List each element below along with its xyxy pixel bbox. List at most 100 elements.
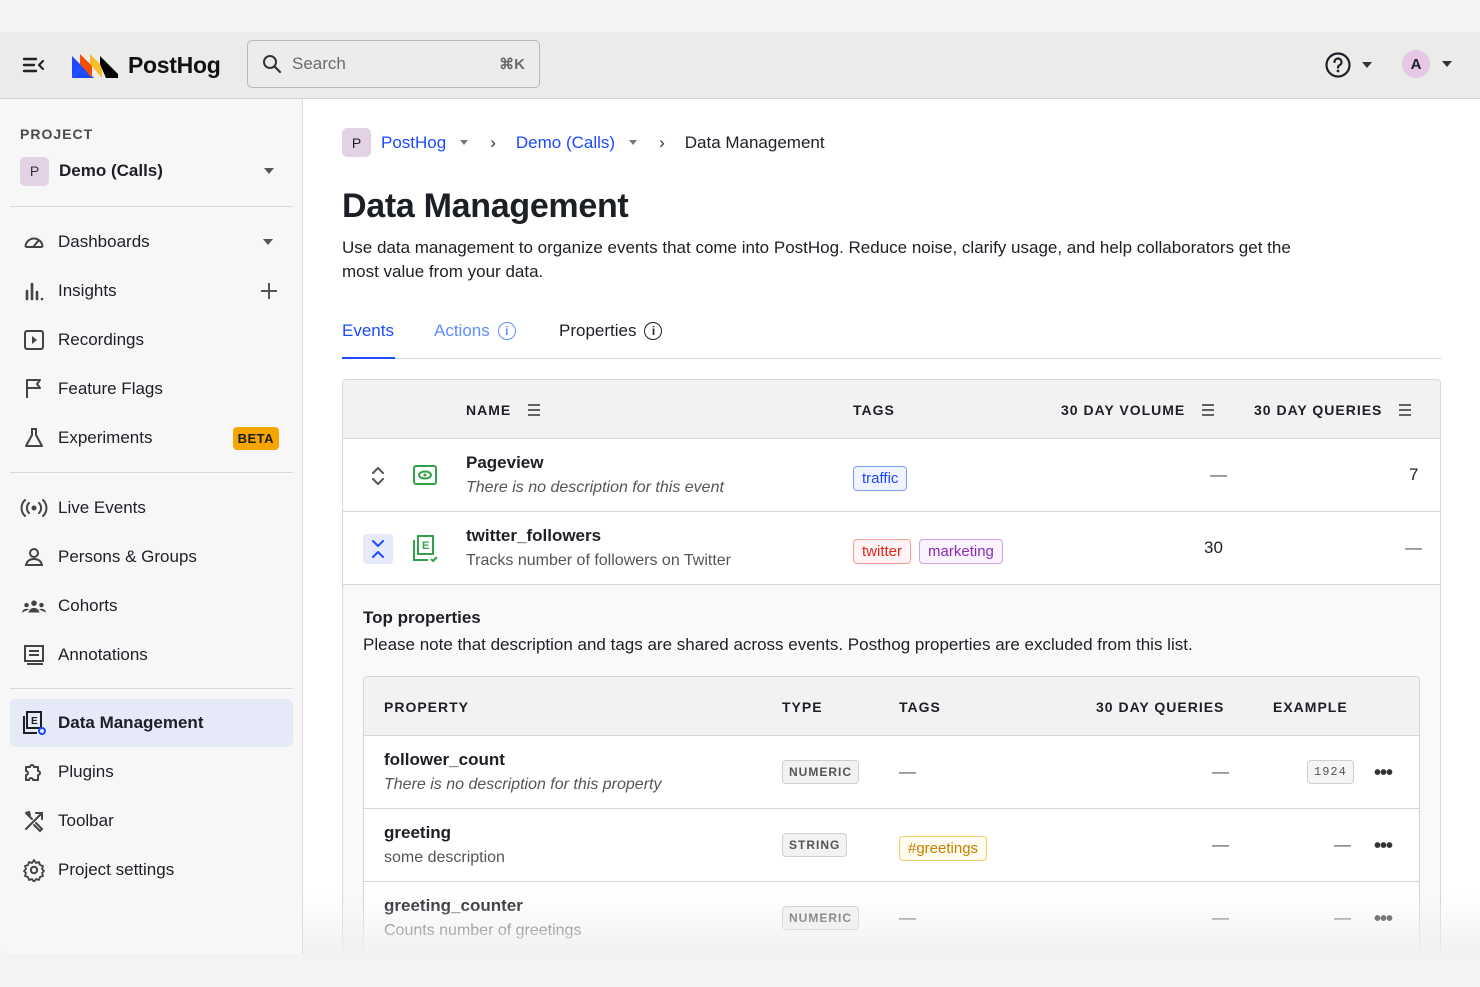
event-name[interactable]: Pageview [466, 453, 544, 473]
collapse-row-button[interactable] [363, 534, 393, 564]
sidebar-item-live-events[interactable]: Live Events [10, 484, 293, 532]
sort-icon[interactable] [1201, 404, 1215, 416]
expand-row-button[interactable] [363, 461, 393, 491]
pageview-icon [411, 461, 439, 489]
table-header: NAME TAGS 30 DAY VOLUME 30 DAY QUERIES [343, 380, 1440, 439]
breadcrumb-separator: › [490, 132, 496, 152]
column-header-name[interactable]: NAME [466, 402, 541, 418]
logo-text: PostHog [128, 51, 221, 78]
custom-event-icon: E [411, 534, 439, 563]
play-square-icon [20, 326, 48, 354]
menu-collapse-icon[interactable] [22, 54, 46, 76]
chevron-down-icon[interactable] [263, 239, 273, 245]
sidebar-item-label: Recordings [58, 330, 144, 349]
project-name: Demo (Calls) [59, 161, 163, 180]
info-icon[interactable]: i [644, 322, 663, 340]
divider [10, 688, 293, 689]
tag[interactable]: traffic [853, 466, 908, 491]
top-bar: PostHog Search ⌘K A [0, 32, 1480, 99]
sidebar-item-annotations[interactable]: Annotations [10, 631, 293, 679]
info-icon[interactable]: i [497, 322, 516, 340]
add-insight-button[interactable] [259, 281, 279, 301]
breadcrumb-project[interactable]: Demo (Calls) [516, 133, 615, 153]
tag[interactable]: #greetings [899, 836, 988, 861]
plus-icon [261, 283, 277, 299]
sidebar-item-data-management[interactable]: E Data Management [10, 699, 293, 747]
tag[interactable]: marketing [919, 539, 1003, 564]
expand-icon [372, 467, 384, 485]
sidebar-item-dashboards[interactable]: Dashboards [10, 218, 293, 266]
more-options-button[interactable]: ••• [1374, 908, 1393, 931]
search-icon [263, 55, 282, 74]
flask-icon [20, 424, 48, 452]
gauge-icon [20, 228, 48, 256]
help-menu-button[interactable] [1324, 51, 1372, 79]
section-note: Please note that description and tags ar… [363, 635, 1193, 654]
tab-actions[interactable]: Actions i [434, 321, 516, 359]
tab-properties[interactable]: Properties i [559, 321, 663, 359]
sidebar-item-experiments[interactable]: Experiments BETA [10, 414, 293, 462]
sidebar-item-feature-flags[interactable]: Feature Flags [10, 365, 293, 413]
person-icon [20, 543, 48, 571]
volume-value: — [1210, 465, 1227, 484]
property-example: 1924 [1307, 760, 1354, 784]
breadcrumb-org[interactable]: PostHog [381, 133, 446, 153]
account-menu-button[interactable]: A [1402, 50, 1452, 78]
sidebar-item-plugins[interactable]: Plugins [10, 748, 293, 796]
breadcrumb-current: Data Management [684, 132, 825, 152]
property-example: — [1334, 908, 1351, 927]
column-header-example: EXAMPLE [1273, 699, 1348, 715]
hedgehog-logo-icon [72, 54, 118, 78]
event-tags: twitter marketing [853, 539, 1011, 564]
sidebar-item-label: Data Management [58, 713, 204, 732]
table-row[interactable]: E twitter_followers Tracks number of fol… [343, 512, 1440, 585]
column-label: TAGS [853, 402, 895, 418]
chevron-down-icon[interactable] [629, 140, 638, 145]
event-tags: traffic [853, 466, 915, 491]
table-row[interactable]: Pageview There is no description for thi… [343, 439, 1440, 512]
sidebar-item-toolbar[interactable]: Toolbar [10, 797, 293, 845]
sidebar-item-cohorts[interactable]: Cohorts [10, 582, 293, 630]
property-name[interactable]: follower_count [384, 750, 505, 770]
sidebar-item-insights[interactable]: Insights [10, 267, 293, 315]
chevron-down-icon [264, 168, 274, 174]
sidebar-item-persons-groups[interactable]: Persons & Groups [10, 533, 293, 581]
property-name[interactable]: greeting [384, 823, 451, 843]
sort-icon[interactable] [527, 404, 541, 416]
event-name[interactable]: twitter_followers [466, 526, 601, 546]
table-header: PROPERTY TYPE TAGS 30 DAY QUERIES EXAMPL… [364, 677, 1419, 736]
property-row[interactable]: greeting_counter Counts number of greeti… [364, 882, 1419, 954]
property-row[interactable]: greeting some description STRING #greeti… [364, 809, 1419, 882]
column-header-queries[interactable]: 30 DAY QUERIES [1254, 402, 1412, 418]
cohorts-icon [20, 592, 48, 620]
events-table: NAME TAGS 30 DAY VOLUME 30 DAY QUERIES P… [342, 379, 1441, 954]
property-row[interactable]: follower_count There is no description f… [364, 736, 1419, 809]
sidebar-item-label: Annotations [58, 645, 148, 664]
sidebar-item-label: Plugins [58, 762, 114, 781]
data-management-icon: E [20, 709, 48, 737]
column-header-type: TYPE [782, 699, 823, 715]
breadcrumb-separator: › [659, 132, 665, 152]
search-input[interactable]: Search ⌘K [247, 40, 540, 88]
more-options-button[interactable]: ••• [1374, 762, 1393, 785]
expanded-event-details: Top properties Please note that descript… [343, 585, 1440, 954]
posthog-logo[interactable]: PostHog [72, 50, 221, 80]
tag[interactable]: twitter [853, 539, 912, 564]
column-header-tags: TAGS [899, 699, 941, 715]
chevron-down-icon[interactable] [460, 140, 469, 145]
sort-icon[interactable] [1398, 404, 1412, 416]
property-type-badge: STRING [782, 833, 848, 857]
more-options-button[interactable]: ••• [1374, 835, 1393, 858]
column-label: 30 DAY VOLUME [1061, 402, 1186, 418]
property-tags: — [899, 908, 916, 927]
column-header-volume[interactable]: 30 DAY VOLUME [1061, 402, 1215, 418]
volume-value: 30 [1204, 538, 1223, 557]
sidebar-item-label: Experiments [58, 428, 153, 447]
sidebar-item-label: Project settings [58, 860, 175, 879]
sidebar-item-recordings[interactable]: Recordings [10, 316, 293, 364]
sidebar-item-project-settings[interactable]: Project settings [10, 846, 293, 894]
property-name[interactable]: greeting_counter [384, 896, 523, 916]
project-switcher[interactable]: P Demo (Calls) [20, 156, 282, 186]
sidebar-item-label: Live Events [58, 498, 146, 517]
tab-events[interactable]: Events [342, 321, 395, 359]
